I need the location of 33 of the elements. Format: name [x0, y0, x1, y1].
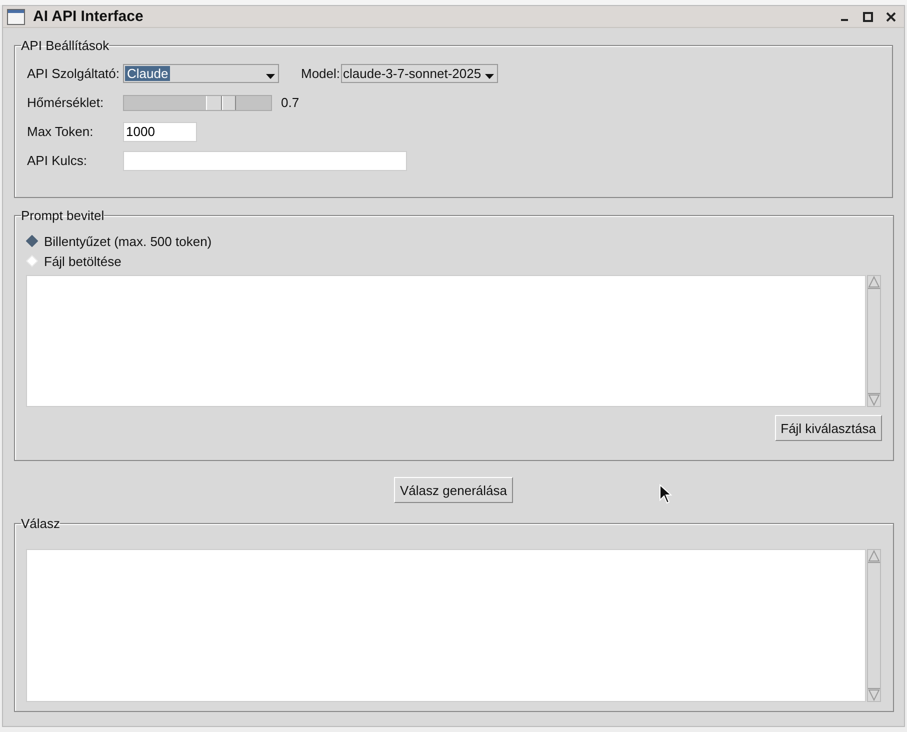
- model-dropdown[interactable]: claude-3-7-sonnet-2025: [341, 64, 498, 83]
- field-label: API Kulcs:: [27, 153, 88, 168]
- maximize-icon[interactable]: [863, 12, 873, 22]
- group-title: Prompt bevitel: [21, 208, 104, 223]
- close-icon[interactable]: [886, 12, 896, 22]
- field-label: Hőmérséklet:: [27, 95, 105, 110]
- scroll-up-icon[interactable]: [868, 276, 880, 288]
- scroll-down-icon[interactable]: [868, 394, 880, 406]
- dropdown-arrow-icon: [485, 74, 494, 79]
- dropdown-arrow-icon: [266, 74, 275, 79]
- group-title: Válasz: [21, 516, 60, 531]
- temperature-value: 0.7: [281, 95, 300, 110]
- generate-button[interactable]: Válasz generálása: [394, 477, 513, 503]
- temperature-slider[interactable]: [123, 94, 272, 110]
- radio-indicator[interactable]: [26, 235, 38, 247]
- scroll-up-icon[interactable]: [868, 550, 880, 562]
- radio-option[interactable]: Fájl betöltése: [26, 253, 881, 269]
- group-title: API Beállítások: [21, 38, 110, 53]
- window-title: AI API Interface: [33, 8, 144, 25]
- field-label: Max Token:: [27, 124, 94, 139]
- provider-dropdown[interactable]: Claude: [123, 64, 279, 83]
- scrollbar[interactable]: [867, 549, 881, 702]
- scroll-down-icon[interactable]: [868, 689, 880, 701]
- window-icon: [7, 8, 25, 24]
- field-label: API Szolgáltató:: [27, 66, 120, 81]
- radio-option[interactable]: Billentyűzet (max. 500 token): [26, 233, 881, 249]
- field-label: Model:: [301, 66, 340, 81]
- choose-file-button[interactable]: Fájl kiválasztása: [774, 415, 882, 441]
- max-token-field[interactable]: 1000: [123, 122, 197, 142]
- mouse-pointer-icon: [659, 484, 672, 504]
- api-key-field[interactable]: [123, 150, 407, 170]
- scrollbar[interactable]: [867, 275, 881, 407]
- slider-thumb[interactable]: [206, 96, 236, 110]
